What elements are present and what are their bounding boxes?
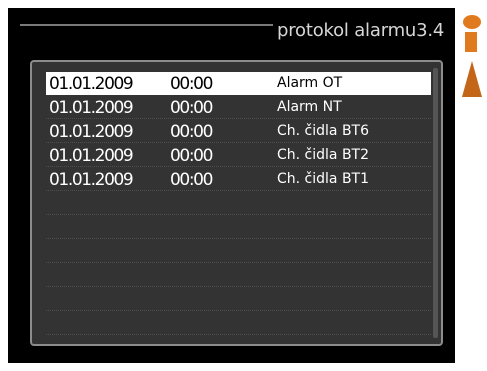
alarm-log-empty-row[interactable] [46, 240, 431, 263]
alarm-date: 01.01.2009 [49, 98, 134, 118]
alarm-event: Ch. čidla BT2 [277, 147, 370, 163]
alarm-event: Ch. čidla BT1 [277, 171, 370, 187]
alarm-event: Ch. čidla BT6 [277, 123, 370, 139]
alarm-log-empty-row[interactable] [46, 288, 431, 311]
alarm-date: 01.01.2009 [49, 122, 134, 142]
alarm-time: 00:00 [170, 170, 213, 190]
alarm-log-panel: 01.01.2009 00:00 Alarm OT 01.01.2009 00:00 Al… [30, 60, 443, 346]
alarm-log-row[interactable]: 01.01.2009 00:00 Ch. čidla BT2 [46, 144, 431, 167]
alarm-time: 00:00 [170, 122, 213, 142]
side-icon-strip [459, 8, 487, 108]
display-screen: protokol alarmu3.4 01.01.2009 00:00 Alarm … [8, 8, 455, 363]
alarm-log-row[interactable]: 01.01.2009 00:00 Alarm OT [46, 72, 431, 95]
alarm-date: 01.01.2009 [49, 170, 134, 190]
alarm-date: 01.01.2009 [49, 74, 134, 94]
alarm-log-row[interactable]: 01.01.2009 00:00 Ch. čidla BT6 [46, 120, 431, 143]
alarm-log-empty-row[interactable] [46, 264, 431, 287]
alarm-event: Alarm OT [277, 75, 343, 91]
page-title: protokol alarmu3.4 [277, 20, 445, 41]
scrollbar[interactable] [433, 68, 438, 338]
alarm-date: 01.01.2009 [49, 146, 134, 166]
alarm-time: 00:00 [170, 74, 213, 94]
thermometer-top-icon [463, 15, 481, 29]
alarm-log-empty-row[interactable] [46, 216, 431, 239]
thermometer-stem-icon [465, 32, 477, 52]
alarm-log-empty-row[interactable] [46, 192, 431, 215]
alarm-log-empty-row[interactable] [46, 312, 431, 335]
alarm-log-row[interactable]: 01.01.2009 00:00 Ch. čidla BT1 [46, 168, 431, 191]
alarm-event: Alarm NT [277, 99, 342, 115]
alarm-time: 00:00 [170, 98, 213, 118]
alarm-time: 00:00 [170, 146, 213, 166]
thermometer-bottom-icon [462, 61, 482, 97]
alarm-log-row[interactable]: 01.01.2009 00:00 Alarm NT [46, 96, 431, 119]
header-divider [20, 24, 273, 26]
